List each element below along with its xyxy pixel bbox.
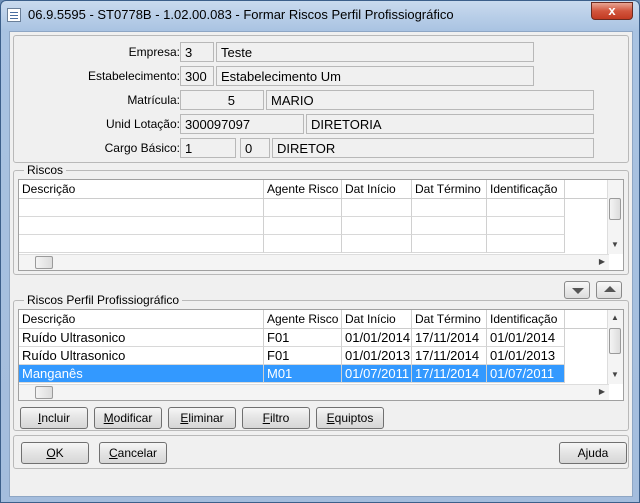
riscos-grid[interactable]: Descrição Agente Risco Dat Início Dat Té…	[18, 179, 624, 271]
riscos-horizontal-scrollbar[interactable]: ▶	[19, 254, 609, 270]
cancelar-button[interactable]: Cancelar	[99, 442, 167, 464]
scroll-right-arrow-icon[interactable]: ▶	[595, 385, 609, 399]
equiptos-button[interactable]: Equiptos	[316, 407, 384, 429]
scroll-down-arrow-icon[interactable]: ▼	[608, 238, 622, 252]
matricula-label: Matrícula:	[127, 93, 180, 107]
scroll-thumb[interactable]	[35, 386, 53, 399]
table-row[interactable]	[19, 235, 607, 253]
cell-inicio: 01/07/2011	[342, 365, 412, 383]
title-bar[interactable]: 06.9.5595 - ST0778B - 1.02.00.083 - Form…	[1, 1, 639, 29]
riscos-ppp-grid-header: Descrição Agente Risco Dat Início Dat Té…	[19, 310, 623, 329]
col-descricao[interactable]: Descrição	[19, 180, 264, 198]
cell-agente: F01	[264, 347, 342, 365]
empresa-code-field: 3	[180, 42, 214, 62]
main-window: 06.9.5595 - ST0778B - 1.02.00.083 - Form…	[0, 0, 640, 503]
cargo-basico-name-field: DIRETOR	[272, 138, 594, 158]
table-row[interactable]: Ruído Ultrasonico F01 01/01/2013 17/11/2…	[19, 347, 607, 365]
cell-descricao: Ruído Ultrasonico	[19, 329, 264, 347]
cell-inicio: 01/01/2014	[342, 329, 412, 347]
move-up-button[interactable]	[596, 281, 622, 299]
filtro-button[interactable]: Filtro	[242, 407, 310, 429]
matricula-code-field: 5	[180, 90, 264, 110]
move-down-button[interactable]	[564, 281, 590, 299]
col-dat-inicio[interactable]: Dat Início	[342, 310, 412, 328]
scroll-right-arrow-icon[interactable]: ▶	[595, 255, 609, 269]
incluir-button[interactable]: Incluir	[20, 407, 88, 429]
riscos-ppp-horizontal-scrollbar[interactable]: ▶	[19, 384, 609, 400]
cell-termino: 17/11/2014	[412, 365, 487, 383]
unid-lotacao-label: Unid Lotação:	[105, 117, 180, 131]
scroll-thumb[interactable]	[609, 198, 621, 220]
riscos-ppp-vertical-scrollbar[interactable]: ▲ ▼	[607, 310, 623, 384]
cell-inicio: 01/01/2013	[342, 347, 412, 365]
cell-agente: M01	[264, 365, 342, 383]
col-agente-risco[interactable]: Agente Risco	[264, 310, 342, 328]
col-dat-inicio[interactable]: Dat Início	[342, 180, 412, 198]
scroll-thumb[interactable]	[609, 328, 621, 354]
table-row-selected[interactable]: Manganês M01 01/07/2011 17/11/2014 01/07…	[19, 365, 607, 383]
modificar-button[interactable]: Modificar	[94, 407, 162, 429]
col-identificacao[interactable]: Identificação	[487, 180, 565, 198]
cargo-basico-level-field: 0	[240, 138, 270, 158]
empresa-name-field: Teste	[216, 42, 534, 62]
riscos-group: Riscos Descrição Agente Risco Dat Início…	[13, 163, 629, 275]
col-dat-termino[interactable]: Dat Término	[412, 180, 487, 198]
riscos-ppp-grid[interactable]: Descrição Agente Risco Dat Início Dat Té…	[18, 309, 624, 401]
col-descricao[interactable]: Descrição	[19, 310, 264, 328]
table-row[interactable]: Ruído Ultrasonico F01 01/01/2014 17/11/2…	[19, 329, 607, 347]
riscos-ppp-title: Riscos Perfil Profissiográfico	[24, 293, 183, 307]
estabelecimento-name-field: Estabelecimento Um	[216, 66, 534, 86]
col-agente-risco[interactable]: Agente Risco	[264, 180, 342, 198]
close-button[interactable]: x	[591, 2, 633, 20]
window-title: 06.9.5595 - ST0778B - 1.02.00.083 - Form…	[28, 7, 454, 22]
cell-termino: 17/11/2014	[412, 347, 487, 365]
scroll-down-arrow-icon[interactable]: ▼	[608, 368, 622, 382]
scroll-up-arrow-icon[interactable]: ▲	[608, 311, 622, 325]
unid-lotacao-code-field: 300097097	[180, 114, 304, 134]
arrow-down-icon	[572, 288, 584, 294]
col-identificacao[interactable]: Identificação	[487, 310, 565, 328]
cell-termino: 17/11/2014	[412, 329, 487, 347]
cargo-basico-label: Cargo Básico:	[104, 141, 180, 155]
estabelecimento-label: Estabelecimento:	[87, 69, 180, 83]
col-dat-termino[interactable]: Dat Término	[412, 310, 487, 328]
riscos-grid-header: Descrição Agente Risco Dat Início Dat Té…	[19, 180, 623, 199]
estabelecimento-code-field: 300	[180, 66, 214, 86]
cell-descricao: Manganês	[19, 365, 264, 383]
riscos-ppp-group: Riscos Perfil Profissiográfico Descrição…	[13, 293, 629, 431]
riscos-vertical-scrollbar[interactable]: ▼	[607, 180, 623, 254]
unid-lotacao-name-field: DIRETORIA	[306, 114, 594, 134]
cargo-basico-code-field: 1	[180, 138, 236, 158]
table-row[interactable]	[19, 199, 607, 217]
ok-button[interactable]: OK	[21, 442, 89, 464]
app-icon	[7, 8, 21, 22]
header-group: Empresa: 3 Teste Estabelecimento: 300 Es…	[13, 35, 629, 163]
cell-agente: F01	[264, 329, 342, 347]
cell-descricao: Ruído Ultrasonico	[19, 347, 264, 365]
cell-ident: 01/01/2013	[487, 347, 565, 365]
arrow-up-icon	[604, 286, 616, 292]
ajuda-button[interactable]: Ajuda	[559, 442, 627, 464]
bottom-bar: OK Cancelar Ajuda	[13, 435, 629, 469]
eliminar-button[interactable]: Eliminar	[168, 407, 236, 429]
cell-ident: 01/07/2011	[487, 365, 565, 383]
client-area: Empresa: 3 Teste Estabelecimento: 300 Es…	[9, 31, 633, 497]
scroll-thumb[interactable]	[35, 256, 53, 269]
riscos-title: Riscos	[24, 163, 67, 177]
empresa-label: Empresa:	[128, 45, 180, 59]
table-row[interactable]	[19, 217, 607, 235]
matricula-name-field: MARIO	[266, 90, 594, 110]
cell-ident: 01/01/2014	[487, 329, 565, 347]
